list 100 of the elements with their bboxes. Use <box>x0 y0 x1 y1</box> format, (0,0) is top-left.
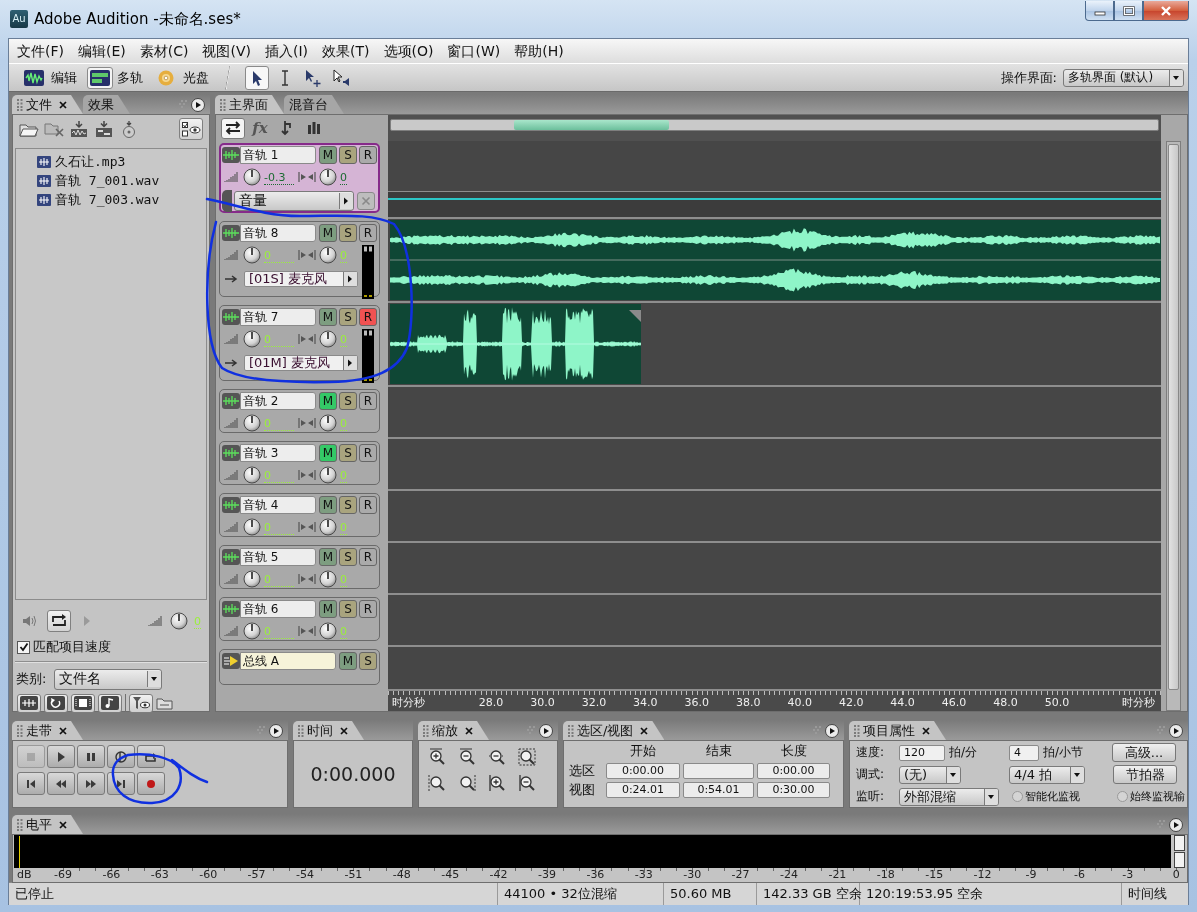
record-button[interactable]: R <box>359 600 377 618</box>
track-name-field[interactable]: 音轨 2 <box>240 392 316 410</box>
file-item[interactable]: 音轨 7_003.wav <box>37 190 206 209</box>
arrow-tracks-icon[interactable] <box>94 120 114 138</box>
folder-cross-icon[interactable] <box>44 120 64 138</box>
track-name-field[interactable]: 音轨 3 <box>240 444 316 462</box>
menu-item[interactable]: 效果(T) <box>315 41 377 61</box>
record-button[interactable]: R <box>359 308 377 326</box>
track-header[interactable]: 音轨 3 M S R 0 0 <box>219 441 380 485</box>
menu-item[interactable]: 插入(I) <box>258 41 316 61</box>
track-header[interactable]: 音轨 8 M S R 0 0 [01S] 麦克风 <box>219 221 380 297</box>
solo-button[interactable]: S <box>359 652 377 670</box>
mute-button[interactable]: M <box>339 652 357 670</box>
category-dropdown[interactable]: 文件名 <box>54 668 163 690</box>
checkbox[interactable] <box>17 640 30 654</box>
view-button[interactable]: 编辑 <box>21 66 83 89</box>
view-button[interactable]: 多轨 <box>87 66 149 89</box>
input-dropdown[interactable]: [01S] 麦克风 <box>244 271 358 287</box>
track-name-field[interactable]: 音轨 6 <box>240 600 316 618</box>
pan-knob[interactable] <box>319 518 337 536</box>
record-button[interactable] <box>137 772 165 795</box>
track-header[interactable]: 音轨 4 M S R 0 0 <box>219 493 380 537</box>
menu-item[interactable]: 文件(F) <box>10 41 71 61</box>
key-dropdown[interactable]: (无) <box>899 765 961 784</box>
magnifier-arrows-icon[interactable] <box>488 748 506 766</box>
track-header[interactable]: 音轨 6 M S R 0 0 <box>219 597 380 641</box>
record-button[interactable]: R <box>359 392 377 410</box>
magnifier-plus-bar-icon[interactable] <box>488 774 506 792</box>
track-header[interactable]: 音轨 1 M S R -0.3 0 音量 <box>219 143 380 213</box>
close-icon[interactable] <box>922 726 930 735</box>
beats-field[interactable]: 4 <box>1009 744 1039 761</box>
mute-button[interactable]: M <box>319 600 337 618</box>
solo-button[interactable]: S <box>339 444 357 462</box>
panel-tab[interactable]: 缩放 <box>418 721 489 740</box>
file-item[interactable]: 音轨 7_001.wav <box>37 171 206 190</box>
panel-tab[interactable]: 项目属性 <box>849 721 946 740</box>
menu-item[interactable]: 帮助(H) <box>507 41 571 61</box>
record-button[interactable]: R <box>359 224 377 242</box>
track-name-field[interactable]: 音轨 7 <box>240 308 316 326</box>
tool-button[interactable] <box>245 65 269 90</box>
menu-item[interactable]: 素材(C) <box>132 41 196 61</box>
filter-button[interactable] <box>98 693 122 713</box>
close-icon[interactable] <box>59 726 67 735</box>
workspace-dropdown[interactable]: 多轨界面 (默认) <box>1063 68 1184 87</box>
pan-knob[interactable] <box>319 414 337 432</box>
track-name-field[interactable]: 音轨 5 <box>240 548 316 566</box>
pause-button[interactable] <box>77 745 105 768</box>
volume-knob[interactable] <box>243 246 261 264</box>
input-dropdown[interactable]: [01M] 麦克风 <box>244 355 358 371</box>
automation-dropdown[interactable]: 音量 <box>234 191 354 211</box>
track-header[interactable]: 总线 A M S <box>219 649 380 685</box>
close-icon[interactable] <box>340 726 348 735</box>
menu-item[interactable]: 选项(O) <box>376 41 441 61</box>
folder-icon[interactable] <box>156 696 174 710</box>
end-field[interactable]: 0:54.01 <box>683 782 754 798</box>
record-button[interactable]: R <box>359 146 377 164</box>
fast-forward-button[interactable] <box>77 772 105 795</box>
magnifier-left-icon[interactable] <box>428 774 446 792</box>
magnifier-right-icon[interactable] <box>458 774 476 792</box>
tool-button[interactable] <box>221 117 245 139</box>
magnifier-plus-icon[interactable] <box>428 748 446 766</box>
start-field[interactable]: 0:00.00 <box>606 763 680 779</box>
volume-knob[interactable] <box>243 622 261 640</box>
loop-button[interactable] <box>47 610 71 632</box>
maximize-button[interactable] <box>1114 1 1143 21</box>
panel-tab[interactable]: 电平 <box>12 815 83 834</box>
record-button[interactable]: R <box>359 444 377 462</box>
panel-menu-icon[interactable] <box>526 723 554 739</box>
length-field[interactable]: 0:00.00 <box>757 763 830 779</box>
filter-button[interactable] <box>71 693 95 713</box>
track-name-field[interactable]: 音轨 4 <box>240 496 316 514</box>
solo-button[interactable]: S <box>339 496 357 514</box>
pan-knob[interactable] <box>319 570 337 588</box>
radio-button[interactable] <box>1117 791 1128 802</box>
panel-tab[interactable]: 时间 <box>293 721 364 740</box>
volume-knob[interactable] <box>243 570 261 588</box>
solo-button[interactable]: S <box>339 392 357 410</box>
pan-knob[interactable] <box>319 466 337 484</box>
scrollbar-thumb[interactable] <box>514 120 669 130</box>
track-header[interactable]: 音轨 5 M S R 0 0 <box>219 545 380 589</box>
rewind-button[interactable] <box>47 772 75 795</box>
mute-button[interactable]: M <box>319 146 337 164</box>
solo-button[interactable]: S <box>339 224 357 242</box>
record-button[interactable]: R <box>359 496 377 514</box>
overview-scrollbar[interactable] <box>390 119 1159 131</box>
end-field[interactable] <box>683 763 754 779</box>
volume-knob[interactable] <box>243 330 261 348</box>
track-header[interactable]: 音轨 2 M S R 0 0 <box>219 389 380 433</box>
close-button[interactable] <box>1143 1 1189 21</box>
volume-knob[interactable] <box>170 612 188 630</box>
volume-knob[interactable] <box>243 168 261 186</box>
vertical-scrollbar[interactable] <box>1166 141 1181 711</box>
mute-button[interactable]: M <box>319 224 337 242</box>
tempo-field[interactable]: 120 <box>899 744 945 761</box>
track-name-field[interactable]: 总线 A <box>240 652 336 670</box>
mute-button[interactable]: M <box>319 308 337 326</box>
minimize-button[interactable] <box>1085 1 1114 21</box>
monitor-dropdown[interactable]: 外部混缩 <box>899 787 999 806</box>
mute-button[interactable]: M <box>319 496 337 514</box>
mute-button[interactable]: M <box>319 444 337 462</box>
